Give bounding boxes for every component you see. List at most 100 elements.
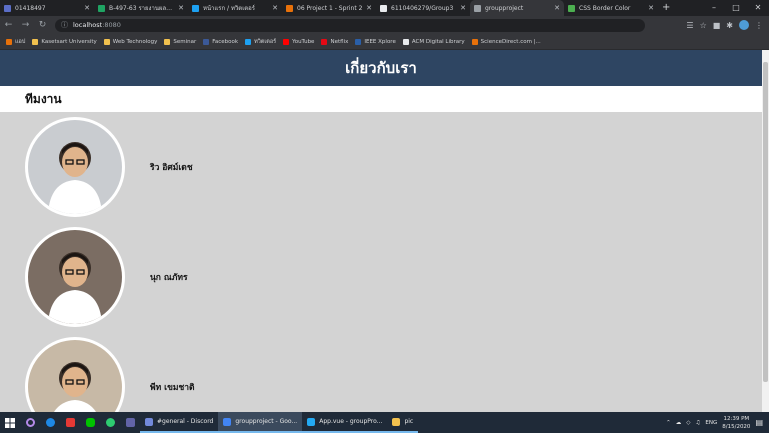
teams-icon[interactable]: [120, 412, 140, 433]
browser-tab[interactable]: 01418497 ✕: [0, 0, 94, 16]
volume-icon[interactable]: ♫: [695, 420, 700, 426]
store-icon[interactable]: [60, 412, 80, 433]
bookmark-item[interactable]: IEEE Xplore: [355, 38, 396, 45]
translate-icon[interactable]: ☰: [686, 21, 693, 30]
bookmark-item[interactable]: ACM Digital Library: [402, 38, 465, 45]
address-host: localhost: [73, 21, 103, 29]
tab-close-icon[interactable]: ✕: [460, 4, 466, 12]
bookmarks-bar: แอป Kasetsart University Web Technology Sem…: [0, 34, 769, 50]
bookmark-label: แอป: [15, 38, 26, 45]
reload-icon[interactable]: ↻: [34, 20, 51, 30]
menu-icon[interactable]: ⋮: [755, 21, 763, 30]
cortana-icon[interactable]: [20, 412, 40, 433]
member-avatar: [25, 117, 125, 217]
tab-close-icon[interactable]: ✕: [84, 4, 90, 12]
taskbar-app[interactable]: pic: [387, 412, 419, 433]
bookmark-item[interactable]: แอป: [6, 38, 25, 46]
profile-avatar[interactable]: [739, 20, 749, 30]
line-icon[interactable]: [80, 412, 100, 433]
tab-favicon-icon: [474, 4, 481, 12]
taskbar: #general - Discord groupproject - Goo... A…: [0, 412, 769, 433]
tab-close-icon[interactable]: ✕: [554, 4, 560, 12]
puzzle-icon[interactable]: ✱: [726, 21, 733, 30]
bookmark-icon: [164, 38, 171, 45]
minimize-icon[interactable]: –: [703, 0, 725, 16]
tab-favicon-icon: [192, 4, 199, 12]
tab-close-icon[interactable]: ✕: [178, 4, 184, 12]
browser-tab[interactable]: B-497-63 รายงานผลกลุ่ม ✕: [94, 0, 188, 16]
browser-tab[interactable]: 06 Project 1 - Sprint 2 ✕: [282, 0, 376, 16]
browser-tab[interactable]: หน้าแรก / ทวิตเตอร์ ✕: [188, 0, 282, 16]
tab-title: groupproject: [485, 4, 524, 12]
bookmark-label: ทวิตเตอร์: [254, 38, 277, 45]
member-name: ริว อิศม์เดช: [150, 163, 193, 173]
bookmark-label: IEEE Xplore: [364, 38, 396, 45]
bookmark-item[interactable]: Web Technology: [103, 38, 158, 45]
bookmark-label: Web Technology: [112, 38, 158, 45]
bookmark-icon: [32, 38, 39, 45]
clock-date: 8/15/2020: [722, 423, 751, 430]
bookmark-icon: [321, 38, 328, 45]
window-controls: – □ ✕: [703, 0, 769, 16]
tab-favicon-icon: [568, 4, 575, 12]
tab-title: 6110406279/Group3: [391, 4, 454, 12]
taskbar-app[interactable]: #general - Discord: [140, 412, 219, 433]
taskbar-app-icon: [145, 417, 153, 426]
team-member: พีท เขมชาติ: [0, 332, 762, 412]
address-bar[interactable]: ⓘ localhost:8080: [55, 18, 645, 32]
edge-icon[interactable]: [40, 412, 60, 433]
taskbar-app-label: pic: [404, 418, 414, 425]
bookmark-item[interactable]: Netflix: [321, 38, 349, 45]
bookmark-icon: [402, 38, 409, 45]
page-content: เกี่ยวกับเรา ทีมงาน ริว อิศม์เดช นุก ณภัท…: [0, 50, 762, 412]
bookmark-icon: [103, 38, 110, 45]
chevron-up-icon[interactable]: ⌃: [666, 420, 671, 426]
bookmark-icon: [471, 38, 478, 45]
tab-close-icon[interactable]: ✕: [272, 4, 278, 12]
bookmark-item[interactable]: Seminar: [164, 38, 196, 45]
tab-strip: 01418497 ✕ B-497-63 รายงานผลกลุ่ม ✕ หน้าแรก …: [0, 0, 769, 16]
bookmark-icon: [283, 38, 290, 45]
network-icon[interactable]: ◇: [686, 420, 690, 426]
bookmark-label: Netflix: [330, 38, 349, 45]
app-icon[interactable]: [100, 412, 120, 433]
forward-icon[interactable]: →: [17, 20, 34, 30]
language-indicator[interactable]: ENG: [705, 420, 717, 426]
taskbar-app-icon: [223, 417, 232, 426]
taskbar-app[interactable]: groupproject - Goo...: [218, 412, 303, 433]
bookmark-item[interactable]: ScienceDirect.com |...: [471, 38, 541, 45]
browser-tab[interactable]: CSS Border Color ✕: [564, 0, 658, 16]
tab-title: 06 Project 1 - Sprint 2: [297, 4, 363, 12]
windows-start-icon[interactable]: [0, 412, 20, 433]
info-icon[interactable]: ⓘ: [61, 20, 68, 30]
bookmark-item[interactable]: ทวิตเตอร์: [245, 38, 276, 46]
bookmark-icon: [6, 38, 12, 45]
taskbar-app-label: #general - Discord: [157, 418, 214, 425]
close-icon[interactable]: ✕: [747, 0, 769, 16]
browser-tab[interactable]: groupproject ✕: [470, 0, 564, 16]
new-tab-button[interactable]: +: [662, 0, 670, 16]
tab-close-icon[interactable]: ✕: [366, 4, 372, 12]
bookmark-label: Kasetsart University: [41, 38, 97, 45]
extension-icon[interactable]: ■: [713, 21, 721, 30]
bookmark-label: Facebook: [212, 38, 239, 45]
browser-tab[interactable]: 6110406279/Group3 ✕: [376, 0, 470, 16]
bookmark-label: YouTube: [292, 38, 315, 45]
scrollbar[interactable]: [762, 50, 769, 412]
notification-icon[interactable]: ▤: [755, 418, 763, 427]
bookmark-item[interactable]: YouTube: [283, 38, 315, 45]
back-icon[interactable]: ←: [0, 20, 17, 30]
taskbar-app[interactable]: App.vue - groupPro...: [302, 412, 388, 433]
bookmark-item[interactable]: Kasetsart University: [32, 38, 97, 45]
member-avatar: [25, 337, 125, 412]
page-header: เกี่ยวกับเรา: [0, 50, 762, 86]
tab-close-icon[interactable]: ✕: [648, 4, 654, 12]
maximize-icon[interactable]: □: [725, 0, 747, 16]
bookmark-item[interactable]: Facebook: [203, 38, 239, 45]
member-name: นุก ณภัทร: [150, 273, 188, 283]
star-icon[interactable]: ☆: [700, 21, 707, 30]
member-name: พีท เขมชาติ: [150, 383, 195, 393]
clock[interactable]: 12:39 PM 8/15/2020: [722, 415, 750, 431]
cloud-icon[interactable]: ☁: [676, 420, 682, 426]
scrollbar-thumb[interactable]: [763, 62, 768, 382]
